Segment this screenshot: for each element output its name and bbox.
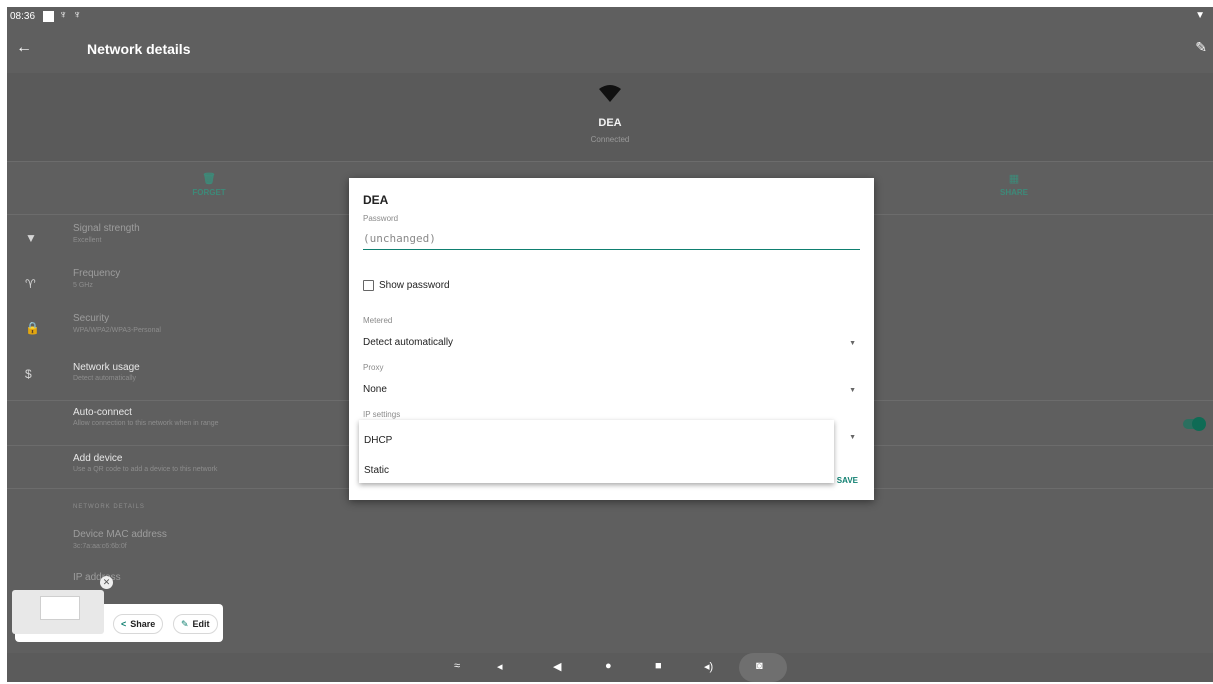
thumbnail-preview	[40, 596, 80, 620]
network-name: DEA	[598, 117, 622, 129]
ip-title: IP address	[73, 572, 121, 583]
dialog-title: DEA	[363, 193, 389, 207]
collapse-icon[interactable]: ≈	[454, 660, 460, 672]
home-circle-icon[interactable]: ●	[605, 660, 612, 672]
forget-button[interactable]: 🗑 FORGET	[169, 172, 249, 197]
dollar-icon: $	[25, 367, 32, 381]
mac-title: Device MAC address	[73, 529, 167, 540]
detail-subtitle: Use a QR code to add a device to this ne…	[73, 466, 218, 473]
detail-title: Signal strength	[73, 223, 140, 234]
metered-select[interactable]: Detect automatically	[363, 337, 453, 348]
ip-settings-dropdown-arrow-icon[interactable]: ▼	[849, 434, 856, 441]
auto-connect-toggle[interactable]	[1183, 417, 1206, 431]
ip-settings-menu: DHCP Static	[359, 420, 834, 483]
lock-icon: 🔒	[25, 321, 40, 335]
detail-title: Add device	[73, 453, 123, 464]
detail-title: Auto-connect	[73, 407, 132, 418]
show-password-checkbox[interactable]	[363, 280, 374, 291]
menu-option-static[interactable]: Static	[364, 465, 389, 476]
network-header: DEA Connected	[7, 73, 1213, 161]
status-wifi-icon: ▼	[1195, 10, 1205, 21]
trash-icon: 🗑	[202, 173, 216, 185]
network-status: Connected	[590, 135, 630, 144]
antenna-icon: ♈	[25, 277, 36, 291]
qr-code-icon: ▦	[1008, 173, 1020, 185]
detail-subtitle: Allow connection to this network when in…	[73, 420, 219, 427]
page-title: Network details	[87, 41, 191, 57]
share-screenshot-label: Share	[130, 619, 156, 629]
status-bar: 08:36 ♆ ♆ ▼	[7, 7, 1213, 27]
detail-subtitle: Excellent	[73, 237, 102, 244]
ip-settings-label: IP settings	[363, 410, 401, 419]
section-header: NETWORK DETAILS	[73, 504, 145, 510]
detail-title: Security	[73, 313, 110, 324]
forget-label: FORGET	[192, 188, 226, 197]
pencil-icon: ✎	[181, 619, 189, 629]
menu-option-dhcp[interactable]: DHCP	[364, 435, 392, 446]
usb-icon: ♆	[59, 9, 68, 21]
password-label: Password	[363, 214, 399, 223]
app-bar: ← Network details ✎	[7, 27, 1213, 73]
back-arrow-icon[interactable]: ←	[16, 39, 32, 57]
detail-subtitle: WPA/WPA2/WPA3-Personal	[73, 327, 161, 334]
password-field[interactable]: (unchanged)	[363, 232, 860, 250]
edit-screenshot-button[interactable]: ✎ Edit	[173, 614, 218, 634]
metered-dropdown-arrow-icon[interactable]: ▼	[849, 340, 856, 347]
volume-down-icon[interactable]: ◂	[497, 660, 503, 673]
back-triangle-icon[interactable]: ◀	[553, 660, 561, 673]
status-time: 08:36	[10, 11, 36, 22]
detail-subtitle: Detect automatically	[73, 375, 137, 382]
share-icon: <	[121, 619, 127, 629]
screenshot-thumbnail[interactable]	[12, 590, 104, 634]
volume-up-icon[interactable]: ◂)	[704, 660, 713, 673]
show-password-label[interactable]: Show password	[379, 280, 450, 291]
share-label: SHARE	[999, 188, 1028, 197]
edit-screenshot-label: Edit	[192, 619, 210, 629]
share-screenshot-button[interactable]: < Share	[113, 614, 164, 634]
detail-title: Frequency	[73, 268, 121, 279]
screen: 08:36 ♆ ♆ ▼ ← Network details ✎ DEA Conn…	[7, 7, 1213, 682]
notification-square-icon	[43, 11, 54, 22]
proxy-dropdown-arrow-icon[interactable]: ▼	[849, 387, 856, 394]
detail-subtitle: 5 GHz	[73, 282, 93, 289]
usb-debug-icon: ♆	[73, 9, 82, 21]
wifi-icon: ▼	[25, 231, 37, 245]
save-button[interactable]: SAVE	[837, 476, 858, 485]
recents-square-icon[interactable]: ■	[655, 660, 662, 672]
mac-value: 3c:7a:aa:c6:6b:0f	[73, 543, 127, 550]
edit-pencil-icon[interactable]: ✎	[1195, 39, 1207, 56]
close-thumbnail-icon[interactable]: ✕	[100, 576, 113, 589]
share-button[interactable]: ▦ SHARE	[974, 172, 1054, 197]
camera-icon: ◙	[756, 660, 763, 672]
toggle-knob	[1192, 417, 1206, 431]
wifi-large-icon	[599, 85, 621, 102]
detail-title: Network usage	[73, 362, 140, 373]
screenshot-camera-button[interactable]: ◙	[739, 653, 787, 682]
proxy-label: Proxy	[363, 363, 384, 372]
proxy-select[interactable]: None	[363, 384, 387, 395]
metered-label: Metered	[363, 316, 393, 325]
navigation-bar: ≈ ◂ ◀ ● ■ ◂) ◙	[7, 653, 1213, 682]
